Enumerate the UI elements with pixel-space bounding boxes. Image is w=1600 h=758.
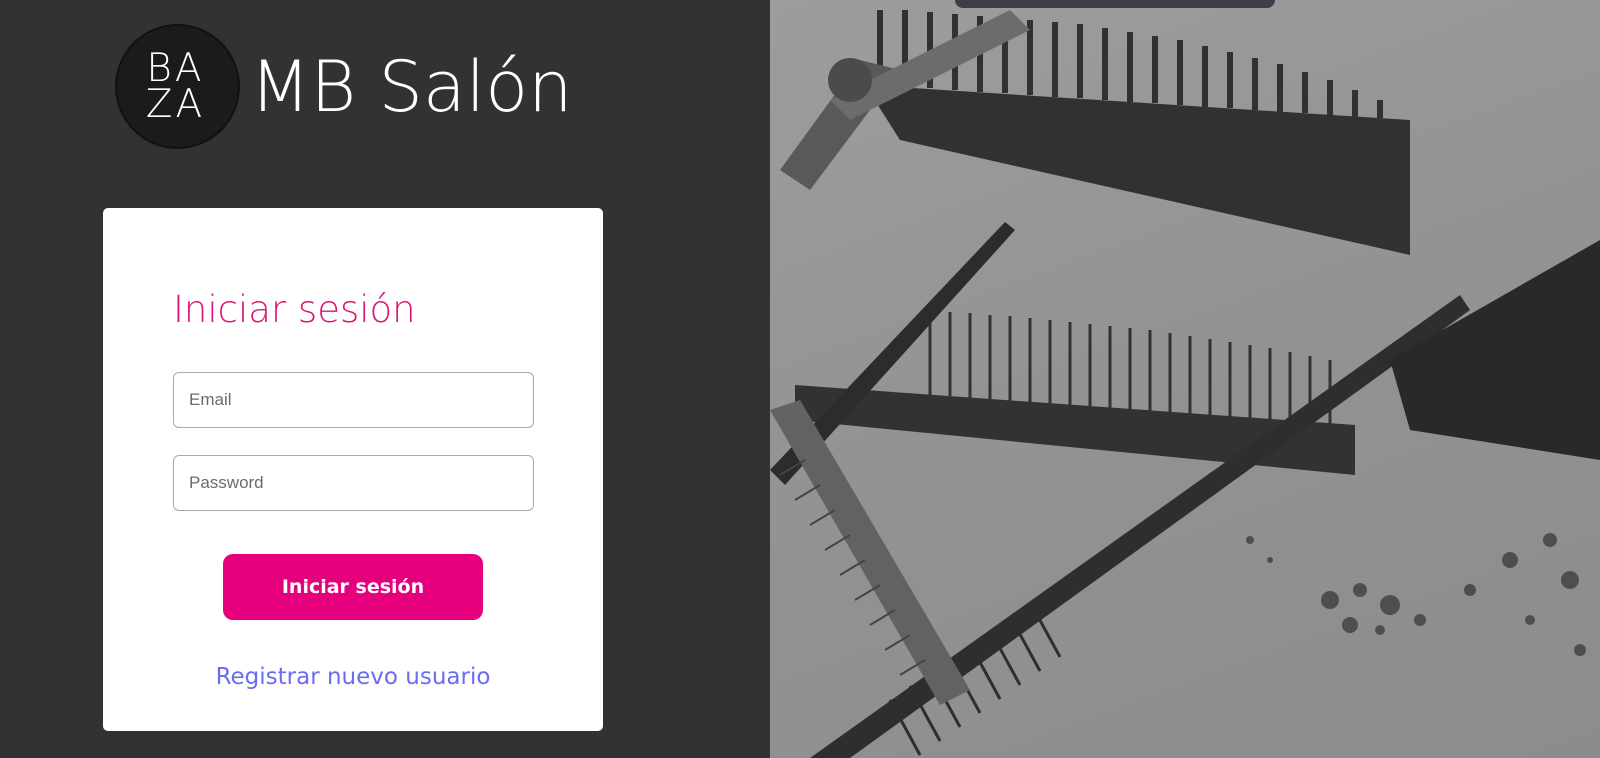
email-field[interactable] xyxy=(173,372,534,428)
photo-dim-overlay xyxy=(770,0,1600,758)
login-card: Iniciar sesión Iniciar sesión Registrar … xyxy=(103,208,603,731)
baza-logo-icon: BA ZA xyxy=(115,24,240,149)
left-panel: BA ZA MB Salón Iniciar sesión Iniciar se… xyxy=(0,0,770,758)
register-link[interactable]: Registrar nuevo usuario xyxy=(103,664,603,690)
combs-photo-icon xyxy=(770,0,1600,758)
login-title: Iniciar sesión xyxy=(173,288,416,331)
brand-name: MB Salón xyxy=(250,45,573,128)
top-bar-fragment xyxy=(955,0,1275,8)
brand-header: BA ZA MB Salón xyxy=(115,24,572,149)
password-field[interactable] xyxy=(173,455,534,511)
login-button[interactable]: Iniciar sesión xyxy=(223,554,483,620)
logo-text-line2: ZA xyxy=(145,81,206,127)
